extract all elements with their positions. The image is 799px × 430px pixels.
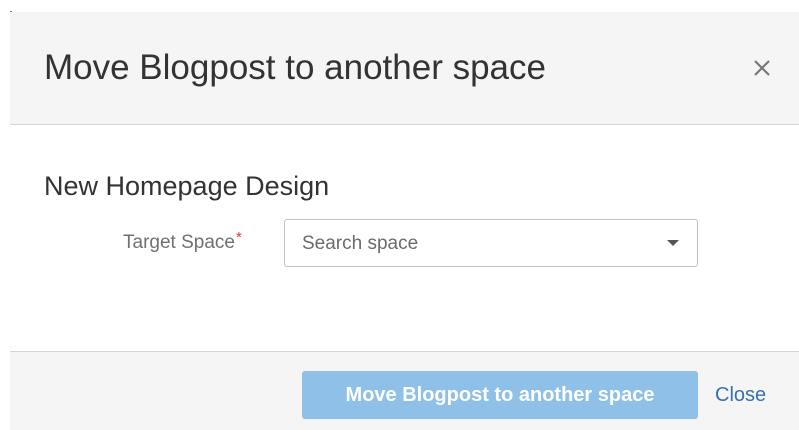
page-name: New Homepage Design [44, 171, 330, 201]
chevron-down-icon[interactable] [667, 240, 679, 246]
dialog-footer: Move Blogpost to another space Close [10, 351, 799, 430]
move-blogpost-button[interactable]: Move Blogpost to another space [302, 371, 698, 419]
move-blogpost-dialog: Move Blogpost to another space New Homep… [0, 0, 799, 430]
dialog-body: New Homepage Design Target Space* Search… [10, 125, 799, 351]
target-space-select[interactable]: Search space [284, 219, 698, 267]
close-link[interactable]: Close [715, 383, 766, 407]
dialog-title: Move Blogpost to another space [44, 48, 546, 87]
required-marker: * [235, 229, 242, 246]
close-icon[interactable] [747, 53, 777, 83]
target-space-label: Target Space* [123, 229, 242, 255]
target-space-label-text: Target Space [123, 232, 235, 253]
dialog-header: Move Blogpost to another space [10, 12, 799, 125]
target-space-placeholder: Search space [302, 233, 419, 254]
close-icon-glyph [754, 60, 770, 76]
